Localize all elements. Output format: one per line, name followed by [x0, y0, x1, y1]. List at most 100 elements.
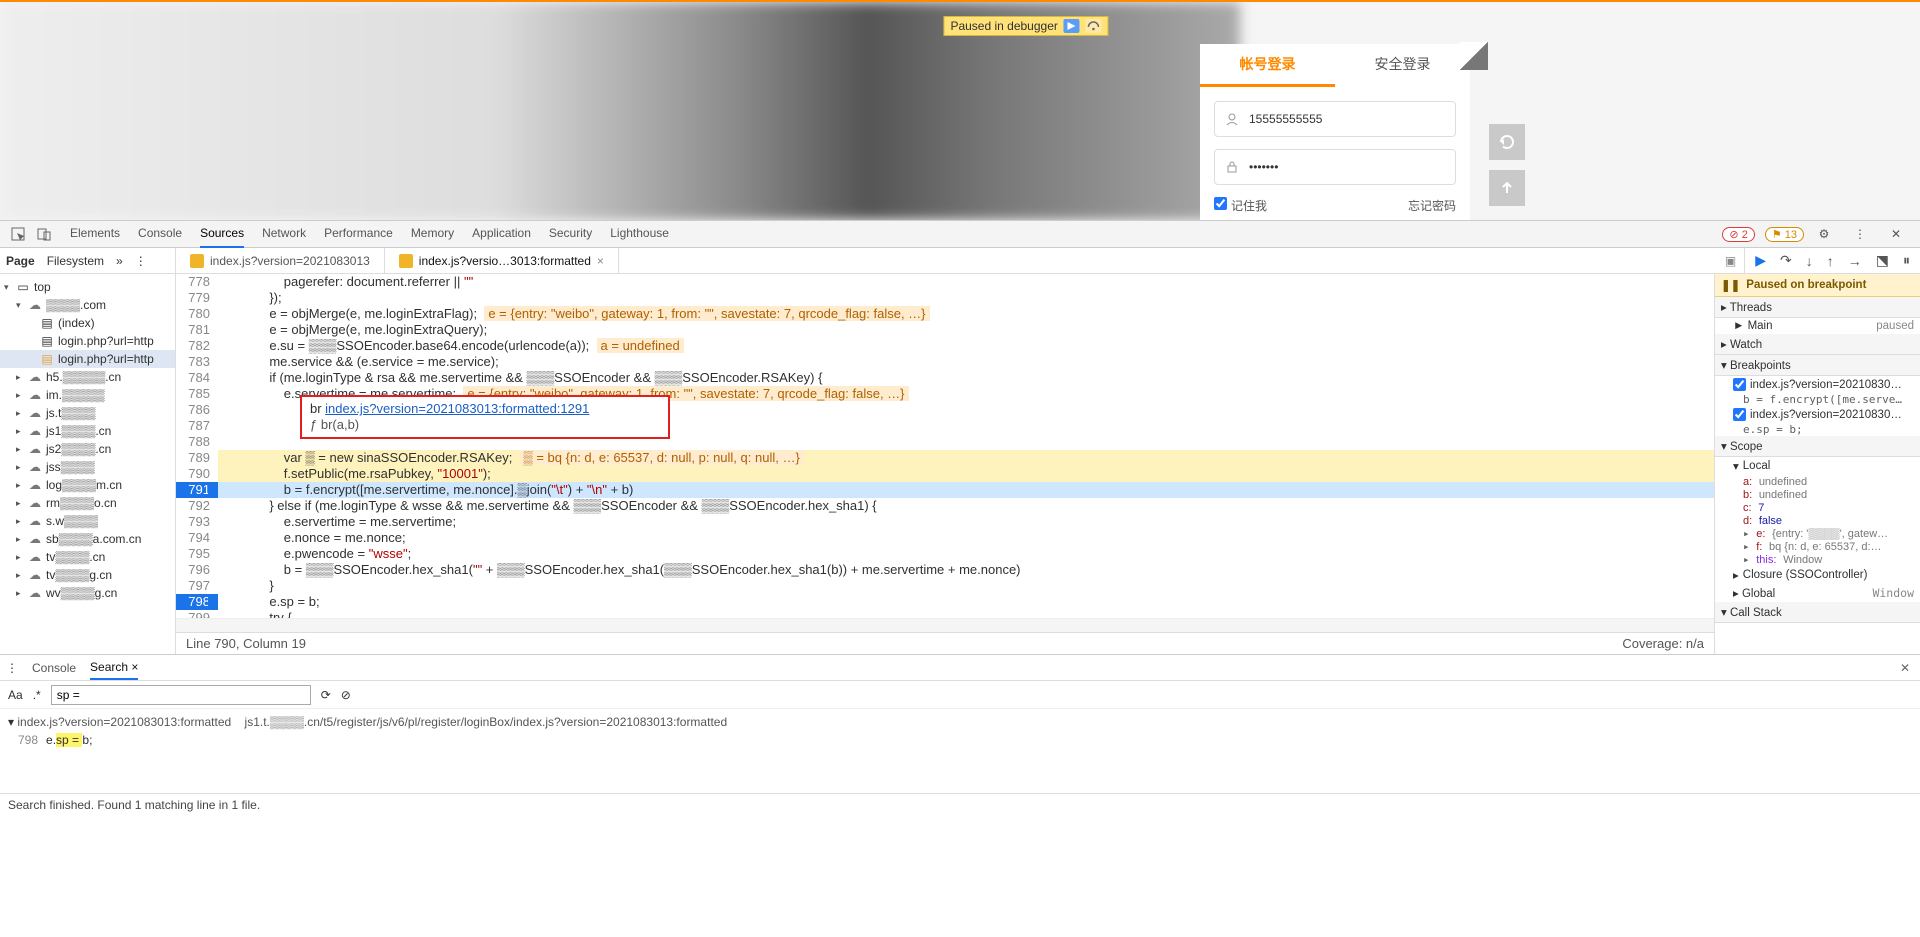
nav-page[interactable]: Page	[6, 254, 35, 268]
tree-index[interactable]: ▤(index)	[0, 314, 175, 332]
refresh-side-button[interactable]	[1489, 124, 1525, 160]
scope-var[interactable]: ▸ f: bq {n: d, e: 65537, d:…	[1715, 540, 1920, 553]
scope-local[interactable]: ▾ Local	[1715, 457, 1920, 475]
tree-cloud[interactable]: ▸☁log▒▒▒▒m.cn	[0, 476, 175, 494]
tab-account-login[interactable]: 帐号登录	[1200, 44, 1335, 87]
reader-icon[interactable]: ▣	[1717, 254, 1744, 268]
file-tree[interactable]: ▾▭top▾☁▒▒▒▒.com▤(index)▤login.php?url=ht…	[0, 274, 176, 654]
devtools-tab-elements[interactable]: Elements	[70, 220, 120, 248]
devtools-tab-application[interactable]: Application	[472, 220, 531, 248]
close-tab-icon[interactable]: ×	[597, 254, 604, 268]
devtools-tab-network[interactable]: Network	[262, 220, 306, 248]
match-case[interactable]: Aa	[8, 688, 23, 702]
tree-top[interactable]: ▾▭top	[0, 278, 175, 296]
devtools-tab-memory[interactable]: Memory	[411, 220, 454, 248]
debugger-step-icon[interactable]	[1086, 19, 1102, 33]
error-count-badge[interactable]: ⊘ 2	[1722, 227, 1754, 242]
h-scrollbar[interactable]	[176, 618, 1714, 632]
thread-main[interactable]: ► Mainpaused	[1715, 318, 1920, 334]
pause-exc-icon[interactable]: ⏸	[1903, 252, 1910, 269]
sec-breakpoints[interactable]: ▾ Breakpoints	[1715, 355, 1920, 376]
scope-var[interactable]: c: 7	[1715, 501, 1920, 514]
code-editor[interactable]: 778 pagerefer: document.referrer || ""77…	[176, 274, 1714, 654]
scope-var[interactable]: a: undefined	[1715, 475, 1920, 488]
nav-kebab-icon[interactable]: ⋮	[135, 254, 147, 268]
remember-me[interactable]: 记住我	[1214, 197, 1267, 214]
hover-tooltip: br index.js?version=2021083013:formatted…	[300, 395, 670, 439]
tree-cloud[interactable]: ▸☁s.w▒▒▒▒	[0, 512, 175, 530]
js-file-icon	[190, 254, 204, 268]
scope-global[interactable]: ▸ GlobalWindow	[1715, 584, 1920, 602]
refresh-search-icon[interactable]: ⟳	[321, 688, 331, 702]
qr-corner-icon[interactable]	[1460, 42, 1488, 70]
nav-more-icon[interactable]: »	[116, 254, 123, 268]
tab-secure-login[interactable]: 安全登录	[1335, 44, 1470, 87]
scope-closure[interactable]: ▸ Closure (SSOController)	[1715, 566, 1920, 584]
scope-var[interactable]: d: false	[1715, 514, 1920, 527]
device-icon[interactable]	[34, 225, 54, 243]
file-tab[interactable]: index.js?versio…3013:formatted×	[385, 248, 619, 273]
drawer-tab-console[interactable]: Console	[32, 657, 76, 679]
warning-count-badge[interactable]: ⚑ 13	[1765, 227, 1804, 242]
step-out-icon[interactable]: ↑	[1827, 253, 1834, 269]
kebab-icon[interactable]: ⋮	[1850, 225, 1870, 243]
tree-cloud[interactable]: ▸☁h5.▒▒▒▒▒.cn	[0, 368, 175, 386]
bp-2[interactable]: index.js?version=20210830…	[1715, 406, 1920, 423]
search-footer: Search finished. Found 1 matching line i…	[0, 793, 1920, 816]
phone-field[interactable]: 15555555555	[1214, 101, 1456, 137]
tree-cloud[interactable]: ▸☁sb▒▒▒▒a.com.cn	[0, 530, 175, 548]
drawer: ⋮ Console Search × ✕ Aa .* ⟳ ⊘ ▾ index.j…	[0, 654, 1920, 816]
debugger-resume-icon[interactable]	[1064, 19, 1080, 33]
close-tab-icon[interactable]: ×	[131, 660, 138, 674]
tree-cloud[interactable]: ▸☁tv▒▒▒▒.cn	[0, 548, 175, 566]
devtools-tab-performance[interactable]: Performance	[324, 220, 393, 248]
tree-cloud[interactable]: ▸☁js2▒▒▒▒.cn	[0, 440, 175, 458]
search-input[interactable]	[51, 685, 311, 705]
devtools-tab-lighthouse[interactable]: Lighthouse	[610, 220, 669, 248]
gear-icon[interactable]: ⚙	[1814, 225, 1834, 243]
sec-scope[interactable]: ▾ Scope	[1715, 436, 1920, 457]
password-value: •••••••	[1249, 160, 1278, 174]
devtools-tab-security[interactable]: Security	[549, 220, 592, 248]
tree-cloud[interactable]: ▸☁im.▒▒▒▒▒	[0, 386, 175, 404]
up-side-button[interactable]	[1489, 170, 1525, 206]
tree-cloud[interactable]: ▸☁js1▒▒▒▒.cn	[0, 422, 175, 440]
tree-domain[interactable]: ▾☁▒▒▒▒.com	[0, 296, 175, 314]
deactivate-bp-icon[interactable]: ⬔	[1876, 252, 1889, 269]
tree-cloud[interactable]: ▸☁rm▒▒▒▒o.cn	[0, 494, 175, 512]
scope-var[interactable]: ▸ this: Window	[1715, 553, 1920, 566]
sec-watch[interactable]: ▸ Watch	[1715, 334, 1920, 355]
tree-cloud[interactable]: ▸☁js.t▒▒▒▒	[0, 404, 175, 422]
nav-filesystem[interactable]: Filesystem	[47, 254, 104, 268]
file-tab[interactable]: index.js?version=2021083013	[176, 248, 385, 273]
tree-cloud[interactable]: ▸☁jss▒▒▒▒	[0, 458, 175, 476]
tree-login2[interactable]: ▤login.php?url=http	[0, 350, 175, 368]
remember-checkbox[interactable]	[1214, 197, 1227, 210]
step-over-icon[interactable]: ↷	[1780, 252, 1792, 269]
debugger-sidebar: ❚❚ Paused on breakpoint ▸ Threads ► Main…	[1714, 274, 1920, 654]
tree-cloud[interactable]: ▸☁tv▒▒▒▒g.cn	[0, 566, 175, 584]
sec-threads[interactable]: ▸ Threads	[1715, 297, 1920, 318]
bp-1[interactable]: index.js?version=20210830…	[1715, 376, 1920, 393]
step-icon[interactable]: →	[1848, 253, 1862, 269]
drawer-kebab-icon[interactable]: ⋮	[6, 661, 18, 675]
clear-search-icon[interactable]: ⊘	[341, 688, 351, 702]
resume-icon[interactable]: ▶	[1755, 252, 1766, 269]
sec-callstack[interactable]: ▾ Call Stack	[1715, 602, 1920, 623]
scope-var[interactable]: b: undefined	[1715, 488, 1920, 501]
devtools-tab-console[interactable]: Console	[138, 220, 182, 248]
forgot-password-link[interactable]: 忘记密码	[1408, 197, 1456, 214]
tree-cloud[interactable]: ▸☁wv▒▒▒▒g.cn	[0, 584, 175, 602]
devtools-tab-sources[interactable]: Sources	[200, 220, 244, 248]
close-devtools-icon[interactable]: ✕	[1886, 225, 1906, 243]
tree-login1[interactable]: ▤login.php?url=http	[0, 332, 175, 350]
step-into-icon[interactable]: ↓	[1806, 253, 1813, 269]
scope-var[interactable]: ▸ e: {entry: '▒▒▒▒', gatew…	[1715, 527, 1920, 540]
drawer-tab-search[interactable]: Search ×	[90, 656, 138, 680]
debugger-paused-banner: Paused in debugger	[943, 16, 1108, 36]
inspect-icon[interactable]	[8, 225, 28, 243]
drawer-close-icon[interactable]: ✕	[1900, 661, 1910, 675]
regex-icon[interactable]: .*	[33, 688, 41, 702]
password-field[interactable]: •••••••	[1214, 149, 1456, 185]
search-results[interactable]: ▾ index.js?version=2021083013:formatted …	[0, 709, 1920, 753]
